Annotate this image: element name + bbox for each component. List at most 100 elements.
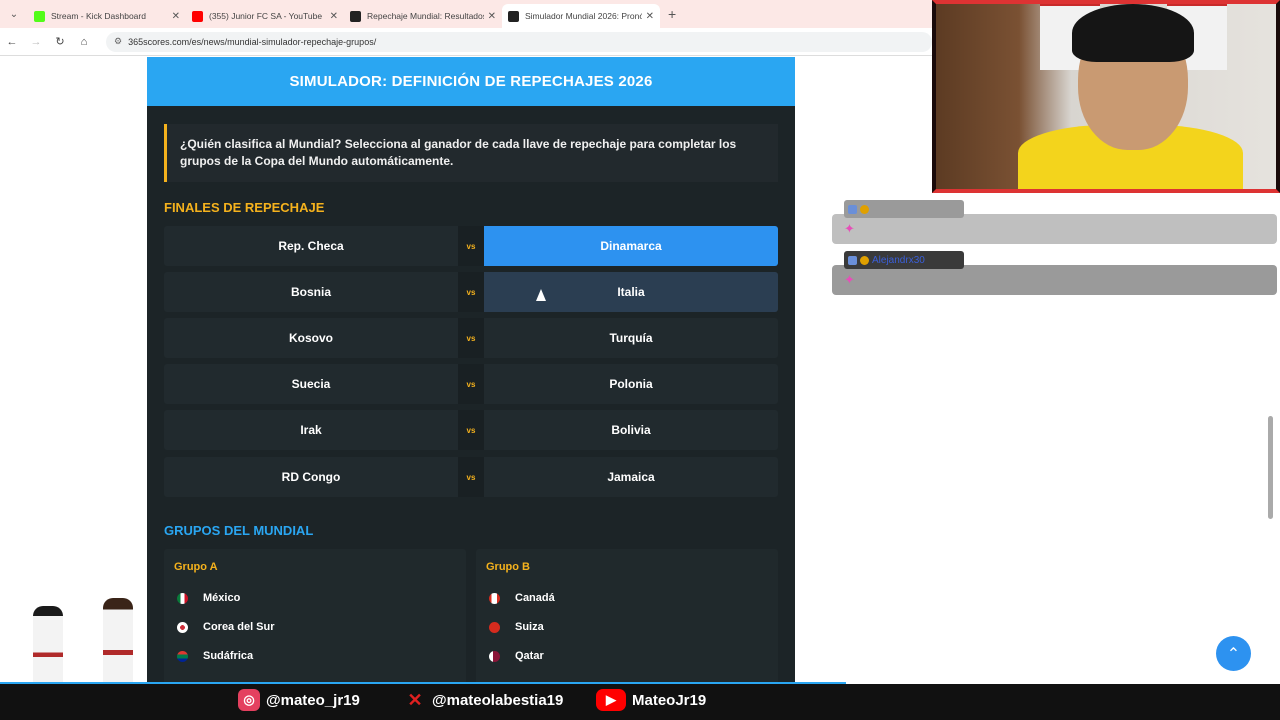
badge-icon [860, 255, 869, 265]
chat-message: ✦ [832, 265, 1277, 295]
address-bar: ← → ↻ ⌂ ⚙ 365scores.com/es/news/mundial-… [0, 28, 932, 56]
site-info-icon[interactable]: ⚙ [114, 36, 122, 47]
team-away-button[interactable]: Italia [484, 272, 778, 312]
korea-flag-icon [177, 621, 188, 633]
team-home-button[interactable]: Bosnia [164, 272, 458, 312]
new-tab-icon[interactable]: + [668, 6, 676, 22]
back-icon[interactable]: ← [0, 36, 24, 48]
close-tab-icon[interactable]: ✕ [488, 11, 496, 22]
group-card-a: Grupo A México Corea del Sur Sudáfrica [164, 549, 466, 689]
badge-icon [848, 255, 857, 265]
vs-label: vs [458, 318, 484, 358]
chat-message: ✦ [832, 214, 1277, 244]
team-home-button[interactable]: Rep. Checa [164, 226, 458, 266]
mexico-flag-icon [177, 592, 188, 604]
url-text: 365scores.com/es/news/mundial-simulador-… [128, 36, 377, 47]
team-home-button[interactable]: Irak [164, 410, 458, 450]
badge-icon [860, 204, 869, 214]
match-row: Suecia vs Polonia [164, 364, 778, 404]
scroll-to-top-button[interactable]: ⌃ [1216, 636, 1251, 671]
chat-username: Alejandrx30 [872, 254, 925, 266]
tab-title: Stream - Kick Dashboard [51, 11, 146, 21]
tab-kick-dashboard[interactable]: Stream - Kick Dashboard ✕ [28, 4, 186, 28]
instructions-note: ¿Quién clasifica al Mundial? Selecciona … [164, 124, 778, 182]
url-field[interactable]: ⚙ 365scores.com/es/news/mundial-simulado… [106, 31, 932, 52]
forward-icon[interactable]: → [24, 36, 48, 48]
vs-label: vs [458, 457, 484, 497]
page-scrollbar[interactable] [1268, 416, 1273, 519]
tab-repechaje-resultados[interactable]: Repechaje Mundial: Resultados ✕ [344, 4, 502, 28]
team-name: Suiza [515, 621, 544, 633]
emote-icon: ✦ [844, 221, 855, 236]
youtube-handle: ▶ MateoJr19 [596, 689, 706, 711]
team-name: México [203, 592, 241, 604]
cursor-icon [536, 289, 546, 301]
tab-search-icon[interactable]: ⌄ [0, 9, 28, 20]
tab-youtube[interactable]: (355) Junior FC SA - YouTube ✕ [186, 4, 344, 28]
webcam-overlay [932, 0, 1280, 193]
close-tab-icon[interactable]: ✕ [172, 11, 180, 22]
x-handle: ✕ @mateolabestia19 [404, 689, 563, 711]
kick-favicon-icon [34, 10, 45, 22]
team-away-button[interactable]: Turquía [484, 318, 778, 358]
switzerland-flag-icon [489, 621, 500, 633]
south-africa-flag-icon [177, 650, 188, 662]
team-away-button[interactable]: Jamaica [484, 457, 778, 497]
instagram-text: @mateo_jr19 [266, 691, 360, 709]
group-team-row: Sudáfrica [177, 650, 253, 662]
team-home-button[interactable]: RD Congo [164, 457, 458, 497]
home-icon[interactable]: ⌂ [72, 36, 96, 48]
vs-label: vs [458, 272, 484, 312]
reload-icon[interactable]: ↻ [48, 35, 72, 48]
qatar-flag-icon [489, 650, 500, 662]
close-tab-icon[interactable]: ✕ [646, 11, 654, 22]
chat-user-badge: Alejandrx30 [844, 251, 964, 269]
tab-title: Repechaje Mundial: Resultados [367, 11, 484, 21]
group-team-row: México [177, 592, 240, 604]
group-team-row: Qatar [489, 650, 544, 662]
x-icon: ✕ [407, 689, 423, 710]
365scores-favicon-icon [508, 10, 519, 22]
group-team-row: Canadá [489, 592, 555, 604]
youtube-text: MateoJr19 [632, 691, 707, 709]
vs-label: vs [458, 226, 484, 266]
team-name: Qatar [515, 650, 544, 662]
match-row: Bosnia vs Italia [164, 272, 778, 312]
simulator-panel: SIMULADOR: DEFINICIÓN DE REPECHAJES 2026… [147, 57, 795, 689]
team-home-button[interactable]: Suecia [164, 364, 458, 404]
finals-title: FINALES DE REPECHAJE [164, 200, 325, 215]
team-name: Sudáfrica [203, 650, 254, 662]
365scores-favicon-icon [350, 10, 361, 22]
team-home-button[interactable]: Kosovo [164, 318, 458, 358]
tab-simulador-mundial[interactable]: Simulador Mundial 2026: Pronó ✕ [502, 4, 660, 28]
match-row: Irak vs Bolivia [164, 410, 778, 450]
x-text: @mateolabestia19 [432, 691, 564, 709]
match-row: Rep. Checa vs Dinamarca [164, 226, 778, 266]
tab-title: (355) Junior FC SA - YouTube [209, 11, 323, 21]
vs-label: vs [458, 410, 484, 450]
match-row: Kosovo vs Turquía [164, 318, 778, 358]
simulator-banner: SIMULADOR: DEFINICIÓN DE REPECHAJES 2026 [147, 57, 795, 106]
group-card-b: Grupo B Canadá Suiza Qatar [476, 549, 778, 689]
browser-tab-bar: ⌄ Stream - Kick Dashboard ✕ (355) Junior… [0, 0, 932, 28]
webcam-frame [932, 0, 1280, 193]
youtube-icon: ▶ [596, 689, 626, 711]
vs-label: vs [458, 364, 484, 404]
instagram-icon: ◎ [238, 689, 260, 711]
chat-user-badge [844, 200, 964, 218]
canada-flag-icon [489, 592, 500, 604]
team-name: Canadá [515, 592, 555, 604]
match-row: RD Congo vs Jamaica [164, 457, 778, 497]
close-tab-icon[interactable]: ✕ [330, 11, 338, 22]
team-away-button[interactable]: Polonia [484, 364, 778, 404]
tab-title: Simulador Mundial 2026: Pronó [525, 11, 642, 21]
instagram-handle: ◎ @mateo_jr19 [238, 689, 360, 711]
group-team-row: Suiza [489, 621, 544, 633]
groups-title: GRUPOS DEL MUNDIAL [164, 523, 314, 538]
group-team-row: Corea del Sur [177, 621, 275, 633]
group-name: Grupo B [486, 561, 530, 573]
team-away-button[interactable]: Bolivia [484, 410, 778, 450]
emote-icon: ✦ [844, 272, 855, 287]
team-away-button[interactable]: Dinamarca [484, 226, 778, 266]
group-name: Grupo A [174, 561, 218, 573]
